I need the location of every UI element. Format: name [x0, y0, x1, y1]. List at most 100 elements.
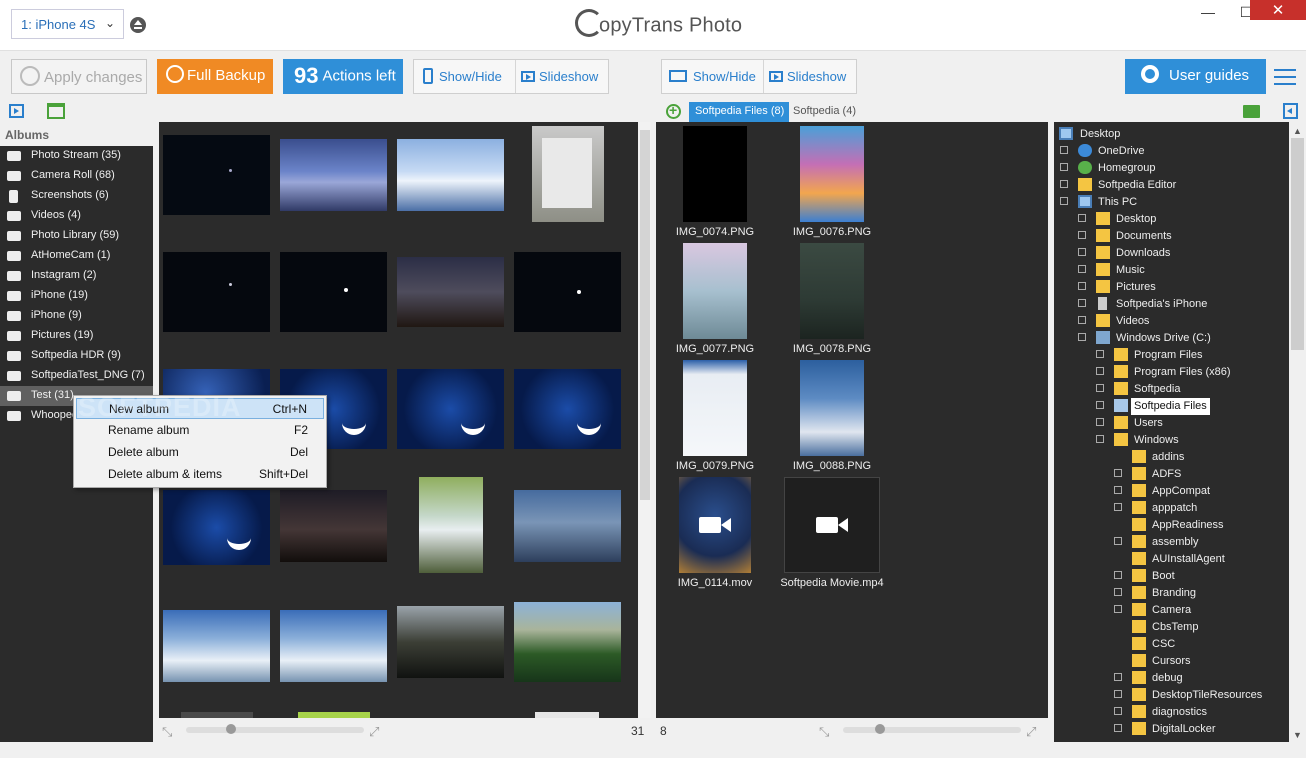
- expand-toggle[interactable]: [1096, 401, 1104, 409]
- photo-thumbnail[interactable]: [514, 602, 621, 682]
- album-item-iphone-19[interactable]: iPhone (19): [0, 286, 153, 306]
- menu-item-new-album[interactable]: New album Ctrl+N: [76, 398, 324, 419]
- expand-toggle[interactable]: [1078, 231, 1086, 239]
- photo-thumbnail[interactable]: [397, 606, 504, 678]
- expand-toggle[interactable]: [1096, 350, 1104, 358]
- scrollbar-thumb[interactable]: [640, 130, 650, 500]
- photo-thumbnail[interactable]: [163, 610, 270, 682]
- file-item[interactable]: IMG_0088.PNG: [777, 360, 887, 472]
- expand-toggle[interactable]: [1060, 163, 1068, 171]
- device-select[interactable]: 1: iPhone 4S ⌄: [11, 9, 124, 39]
- left-slideshow-button[interactable]: Slideshow: [521, 60, 609, 93]
- photo-thumbnail[interactable]: [280, 139, 387, 211]
- expand-toggle[interactable]: [1060, 146, 1068, 154]
- photo-thumbnail[interactable]: [514, 252, 621, 332]
- expand-toggle[interactable]: [1096, 418, 1104, 426]
- expand-toggle[interactable]: [1114, 707, 1122, 715]
- eject-icon[interactable]: [130, 17, 146, 33]
- expand-toggle[interactable]: [1078, 248, 1086, 256]
- menu-item-delete-album[interactable]: Delete album Del: [76, 442, 324, 463]
- right-slideshow-button[interactable]: Slideshow: [769, 60, 857, 93]
- collapse-panel-icon[interactable]: [1283, 103, 1298, 119]
- zoom-out-icon[interactable]: ⤡: [162, 724, 172, 740]
- photo-thumbnail[interactable]: [397, 257, 504, 327]
- expand-toggle[interactable]: [1078, 316, 1086, 324]
- folder-icon[interactable]: [1243, 105, 1260, 118]
- photo-thumbnail[interactable]: [514, 490, 621, 562]
- album-item-videos[interactable]: Videos (4): [0, 206, 153, 226]
- album-item-camera-roll[interactable]: Camera Roll (68): [0, 166, 153, 186]
- new-album-icon[interactable]: [47, 103, 65, 119]
- zoom-slider-knob[interactable]: [226, 724, 236, 734]
- tab-softpedia-files[interactable]: Softpedia Files (8): [689, 102, 790, 122]
- album-item-screenshots[interactable]: Screenshots (6): [0, 186, 153, 206]
- file-item[interactable]: IMG_0078.PNG: [777, 243, 887, 355]
- photo-grid-scrollbar[interactable]: [639, 122, 651, 718]
- minimize-button[interactable]: —: [1188, 4, 1228, 22]
- album-item-photo-stream[interactable]: Photo Stream (35): [0, 146, 153, 166]
- scrollbar-thumb[interactable]: [1291, 138, 1304, 350]
- photo-thumbnail[interactable]: [280, 252, 387, 332]
- album-item-softpedia-hdr[interactable]: Softpedia HDR (9): [0, 346, 153, 366]
- album-item-instagram[interactable]: Instagram (2): [0, 266, 153, 286]
- expand-toggle[interactable]: [1114, 588, 1122, 596]
- full-backup-button[interactable]: Full Backup: [157, 59, 273, 94]
- expand-toggle[interactable]: [1096, 384, 1104, 392]
- album-item-athomecam[interactable]: AtHomeCam (1): [0, 246, 153, 266]
- expand-toggle[interactable]: [1078, 282, 1086, 290]
- file-item[interactable]: IMG_0076.PNG: [777, 126, 887, 238]
- actions-left-badge[interactable]: 93 Actions left: [283, 59, 403, 94]
- tab-softpedia[interactable]: Softpedia (4): [793, 105, 856, 117]
- expand-toggle[interactable]: [1114, 469, 1122, 477]
- expand-toggle[interactable]: [1114, 486, 1122, 494]
- photo-thumbnail[interactable]: [514, 369, 621, 449]
- album-item-softpediatest-dng[interactable]: SoftpediaTest_DNG (7): [0, 366, 153, 386]
- expand-toggle[interactable]: [1114, 605, 1122, 613]
- expand-toggle[interactable]: [1060, 180, 1068, 188]
- photo-thumbnail[interactable]: [397, 139, 504, 211]
- photo-thumbnail[interactable]: [419, 477, 483, 573]
- file-item[interactable]: IMG_0074.PNG: [660, 126, 770, 238]
- expand-toggle[interactable]: [1114, 503, 1122, 511]
- photo-thumbnail[interactable]: [163, 135, 270, 215]
- expand-toggle[interactable]: [1078, 265, 1086, 273]
- photo-thumbnail[interactable]: [163, 490, 270, 565]
- expand-toggle[interactable]: [1096, 367, 1104, 375]
- apply-changes-button[interactable]: Apply changes: [11, 59, 147, 94]
- expand-toggle[interactable]: [1078, 214, 1086, 222]
- expand-toggle[interactable]: [1114, 537, 1122, 545]
- album-item-pictures[interactable]: Pictures (19): [0, 326, 153, 346]
- photo-thumbnail[interactable]: [397, 369, 504, 449]
- hamburger-menu-icon[interactable]: [1274, 69, 1296, 85]
- add-icon[interactable]: [666, 102, 681, 119]
- zoom-in-icon[interactable]: ⤢: [369, 724, 379, 740]
- menu-item-delete-album-items[interactable]: Delete album & items Shift+Del: [76, 464, 324, 485]
- menu-item-rename-album[interactable]: Rename album F2: [76, 420, 324, 441]
- expand-toggle[interactable]: [1078, 299, 1086, 307]
- expand-toggle[interactable]: [1114, 690, 1122, 698]
- photo-thumbnail[interactable]: [280, 490, 387, 562]
- file-item[interactable]: IMG_0079.PNG: [660, 360, 770, 472]
- expand-toggle[interactable]: [1114, 724, 1122, 732]
- file-item[interactable]: IMG_0077.PNG: [660, 243, 770, 355]
- close-button[interactable]: ✕: [1250, 0, 1306, 20]
- collapse-toggle[interactable]: [1096, 435, 1104, 443]
- left-show-hide-button[interactable]: Show/Hide: [423, 60, 515, 93]
- right-show-hide-button[interactable]: Show/Hide: [669, 60, 763, 93]
- zoom-slider[interactable]: [186, 724, 364, 734]
- photo-thumbnail[interactable]: [532, 126, 604, 222]
- scroll-up-icon[interactable]: ▲: [1293, 126, 1302, 136]
- zoom-slider[interactable]: [843, 724, 1021, 734]
- file-item[interactable]: Softpedia Movie.mp4: [777, 477, 887, 589]
- slideshow-toggle-icon[interactable]: [9, 104, 24, 118]
- photo-thumbnail[interactable]: [163, 252, 270, 332]
- zoom-in-icon[interactable]: ⤢: [1026, 724, 1036, 740]
- collapse-toggle[interactable]: [1078, 333, 1086, 341]
- scroll-down-icon[interactable]: ▼: [1293, 730, 1302, 740]
- file-item[interactable]: IMG_0114.mov: [660, 477, 770, 589]
- collapse-toggle[interactable]: [1060, 197, 1068, 205]
- user-guides-button[interactable]: User guides: [1125, 59, 1266, 94]
- folder-tree-scrollbar[interactable]: ▲ ▼: [1289, 122, 1306, 742]
- album-item-iphone-9[interactable]: iPhone (9): [0, 306, 153, 326]
- photo-thumbnail[interactable]: [280, 610, 387, 682]
